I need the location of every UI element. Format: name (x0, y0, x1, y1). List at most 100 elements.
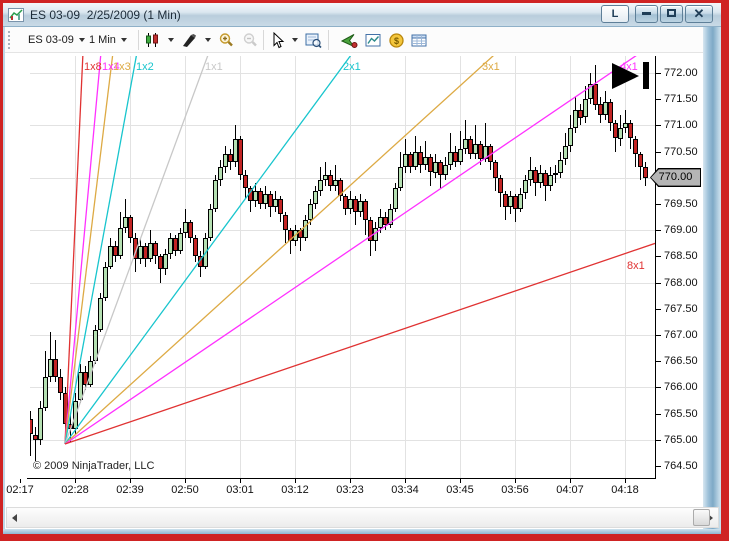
candlestick-style-dropdown[interactable] (163, 27, 174, 53)
time-tick (515, 479, 516, 483)
horizontal-scrollbar[interactable] (6, 507, 719, 528)
price-tick-label: 766.50 (664, 355, 698, 368)
gann-fan-line-1x4[interactable] (64, 56, 655, 445)
time-tick-label: 03:34 (391, 484, 419, 496)
minimize-icon (642, 12, 651, 15)
data-box-icon[interactable] (305, 32, 322, 49)
time-axis-line (27, 478, 656, 479)
last-price-badge: 770.00 (650, 168, 701, 187)
toolbar-grip[interactable] (8, 31, 12, 49)
price-tick-label: 767.50 (664, 302, 698, 315)
gann-fan-line-3x1[interactable] (64, 56, 655, 445)
close-button[interactable]: ✕ (685, 5, 713, 23)
maximize-button[interactable] (660, 5, 683, 23)
time-tick-label: 02:28 (61, 484, 89, 496)
zoom-in-icon[interactable] (218, 32, 235, 49)
time-tick-label: 02:39 (116, 484, 144, 496)
price-tick-label: 769.50 (664, 198, 698, 210)
candlestick-style-icon[interactable] (144, 32, 161, 49)
gann-fan[interactable] (30, 56, 655, 478)
data-grid-icon[interactable] (411, 32, 428, 49)
price-tick-label: 764.50 (664, 460, 698, 472)
time-tick-label: 04:18 (611, 484, 639, 496)
gann-fan-label-2x1: 2x1 (343, 61, 361, 73)
toolbar-separator (263, 30, 264, 50)
price-tick-label: 768.50 (664, 250, 698, 263)
gann-fan-label-1x8: 1x8 (84, 61, 102, 73)
price-tick (656, 99, 661, 101)
price-tick-label: 769.00 (664, 224, 698, 237)
price-tick (656, 361, 661, 363)
price-tick-label: 771.00 (664, 119, 698, 132)
gann-fan-label-1x2: 1x2 (136, 61, 154, 73)
gann-fan-line-8x1[interactable] (64, 242, 655, 445)
window-chart-icon (8, 7, 24, 22)
svg-text:$: $ (394, 36, 399, 46)
gann-fan-label-1x3: 1x3 (113, 61, 131, 73)
time-tick (20, 479, 21, 483)
time-tick-label: 02:50 (171, 484, 199, 496)
price-tick (656, 151, 661, 153)
price-tick (656, 256, 661, 258)
last-price-value: 770.00 (651, 169, 700, 186)
gann-fan-line-4x1[interactable] (64, 56, 655, 445)
price-tick-label: 765.50 (664, 407, 698, 420)
new-chart-icon[interactable] (365, 32, 382, 49)
window-frame-right (703, 27, 721, 529)
minimize-button[interactable] (635, 5, 658, 23)
time-tick (460, 479, 461, 483)
maximize-icon (667, 9, 676, 17)
interval-dropdown[interactable]: 1 Min (89, 27, 127, 53)
gann-fan-line-2x1[interactable] (64, 56, 655, 445)
gann-fan-label-8x1: 8x1 (627, 260, 645, 272)
instrument-dropdown[interactable]: ES 03-09 (28, 27, 85, 53)
scroll-left-icon[interactable] (12, 514, 17, 522)
window-title: ES 03-09 2/25/2009 (1 Min) (30, 7, 181, 22)
price-tick-label: 771.50 (664, 93, 698, 106)
price-tick (656, 387, 661, 389)
gann-fan-line-1x3[interactable] (64, 56, 655, 445)
price-tick (656, 73, 661, 74)
time-tick (350, 479, 351, 483)
coin-icon[interactable]: $ (388, 32, 405, 49)
scrollbar-thumb[interactable] (693, 509, 710, 526)
interval-label: 1 Min (89, 34, 116, 46)
time-tick-label: 03:56 (501, 484, 529, 496)
cursor-mode-dropdown[interactable] (287, 27, 298, 53)
time-tick-label: 03:12 (281, 484, 309, 496)
price-tick-label: 770.50 (664, 145, 698, 158)
toolbar: ES 03-09 1 Min $ (5, 27, 703, 53)
chart-trader-icon[interactable] (341, 32, 358, 49)
price-tick (656, 230, 661, 232)
chevron-down-icon (168, 38, 174, 42)
toolbar-separator (138, 30, 139, 50)
title-bar[interactable]: ES 03-09 2/25/2009 (1 Min) L ✕ (3, 3, 721, 27)
gann-fan-label-3x1: 3x1 (482, 61, 500, 73)
price-axis-line (655, 56, 656, 479)
drawing-tools-dropdown[interactable] (200, 27, 211, 53)
time-tick-label: 03:45 (446, 484, 474, 496)
time-tick (295, 479, 296, 483)
time-tick-label: 03:23 (336, 484, 364, 496)
time-tick (75, 479, 76, 483)
price-tick (656, 204, 661, 205)
zoom-out-icon[interactable] (242, 32, 259, 49)
cursor-icon[interactable] (269, 32, 286, 49)
gann-fan-line-1x2[interactable] (64, 56, 655, 445)
gann-fan-line-1x1[interactable] (64, 56, 655, 445)
price-tick (656, 439, 661, 441)
chart-area: 1x8 1x4 1x3 1x2 1x1 2x1 3x1 4x1 8x1 772.00 771.50… (5, 53, 703, 507)
plot-area[interactable]: 1x8 1x4 1x3 1x2 1x1 2x1 3x1 4x1 8x1 (30, 56, 655, 478)
gann-fan-line-1x8[interactable] (64, 56, 655, 445)
link-button[interactable]: L (601, 5, 629, 23)
time-tick (405, 479, 406, 483)
price-tick (656, 282, 661, 284)
chevron-down-icon (120, 38, 127, 42)
drawing-pen-icon[interactable] (181, 32, 198, 49)
close-icon: ✕ (693, 6, 705, 21)
chevron-down-icon (205, 38, 211, 42)
price-tick (656, 125, 661, 127)
toolbar-separator (328, 30, 329, 50)
price-tick-label: 765.00 (664, 433, 698, 446)
time-tick-label: 03:01 (226, 484, 254, 496)
